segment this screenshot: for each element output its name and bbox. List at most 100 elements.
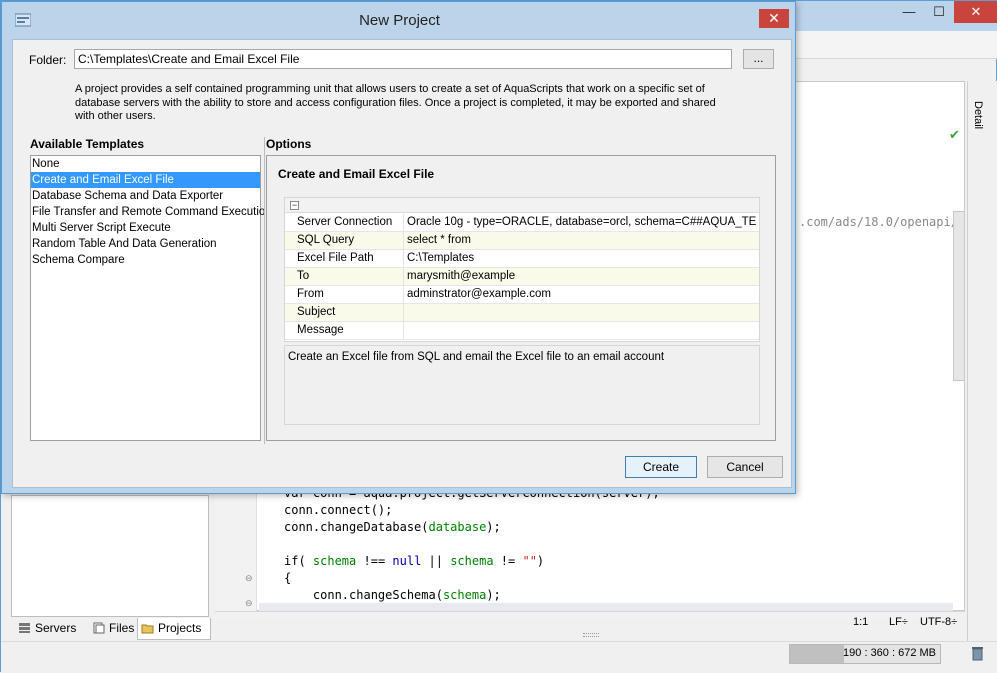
option-description: Create an Excel file from SQL and email … xyxy=(284,345,760,425)
cursor-position: 1:1 xyxy=(853,616,869,628)
template-item[interactable]: Random Table And Data Generation xyxy=(31,236,260,252)
code-line: conn.connect(); xyxy=(284,502,660,519)
code-url-fragment: .com/ads/18.0/openapi/ xyxy=(799,215,958,229)
line-ending-select[interactable]: LF÷ xyxy=(889,616,908,628)
property-name: Message xyxy=(297,324,344,336)
property-name: To xyxy=(297,270,310,282)
code-line: { xyxy=(284,570,660,587)
property-separator xyxy=(403,250,404,268)
dialog-close-button[interactable]: ✕ xyxy=(759,9,789,28)
property-value[interactable]: marysmith@example xyxy=(407,270,757,282)
memory-text: 190 : 360 : 672 MB xyxy=(843,647,936,659)
property-name: Server Connection xyxy=(297,216,393,228)
dialog-body: Folder: C:\Templates\Create and Email Ex… xyxy=(12,39,792,488)
code-token: null xyxy=(392,554,422,568)
available-templates-heading: Available Templates xyxy=(30,137,145,151)
property-row[interactable]: Message xyxy=(285,322,759,340)
browse-folder-button[interactable]: ... xyxy=(743,49,774,69)
servers-icon xyxy=(19,623,30,633)
tab-files-label: Files xyxy=(109,621,135,635)
memory-fill xyxy=(790,645,844,663)
checkmark-icon: ✔ xyxy=(949,127,960,142)
editor-vertical-scrollbar[interactable] xyxy=(953,211,965,381)
current-line-highlight xyxy=(259,603,953,611)
ide-close-button[interactable]: ✕ xyxy=(954,1,997,23)
property-row[interactable]: To marysmith@example xyxy=(285,268,759,286)
folder-label: Folder: xyxy=(29,53,67,67)
create-button[interactable]: Create xyxy=(625,456,697,478)
property-sheet: − Server Connection Oracle 10g - type=ORA… xyxy=(284,197,760,342)
property-name: From xyxy=(297,288,324,300)
template-item[interactable]: Schema Compare xyxy=(31,252,260,268)
options-template-title: Create and Email Excel File xyxy=(278,167,435,181)
template-item[interactable]: File Transfer and Remote Command Executi… xyxy=(31,204,272,220)
garbage-collect-icon[interactable] xyxy=(971,646,984,661)
dialog-title: New Project xyxy=(359,12,440,29)
new-project-dialog: New Project ✕ Folder: C:\Templates\Creat… xyxy=(1,1,796,494)
fold-marker-icon[interactable]: ⊖ xyxy=(245,573,253,584)
folder-input[interactable]: C:\Templates\Create and Email Excel File xyxy=(74,49,732,69)
property-separator xyxy=(403,268,404,286)
code-token: database xyxy=(428,520,487,534)
code-token: conn.connect(); xyxy=(284,503,393,517)
property-row[interactable]: Excel File Path C:\Templates xyxy=(285,250,759,268)
property-separator xyxy=(403,232,404,250)
property-name: SQL Query xyxy=(297,234,355,246)
property-name: Subject xyxy=(297,306,336,318)
code-token: !== xyxy=(356,554,393,568)
files-icon xyxy=(93,622,105,634)
property-value[interactable]: select * from xyxy=(407,234,757,246)
template-item[interactable]: None xyxy=(31,156,260,172)
tab-files[interactable]: Files xyxy=(89,618,141,640)
property-separator xyxy=(403,322,404,340)
code-line: conn.changeSchema(schema); xyxy=(284,587,660,604)
encoding-select[interactable]: UTF-8÷ xyxy=(920,616,957,628)
fold-marker-icon[interactable]: ⊖ xyxy=(245,598,253,609)
panel-divider[interactable] xyxy=(264,137,265,444)
property-separator xyxy=(403,286,404,304)
templates-list[interactable]: None Create and Email Excel File Database … xyxy=(30,155,272,441)
template-item[interactable]: Database Schema and Data Exporter xyxy=(31,188,260,204)
code-text[interactable]: var conn = aqua.project.getServerConnect… xyxy=(284,485,660,604)
tab-servers[interactable]: Servers xyxy=(15,618,87,640)
property-row[interactable]: SQL Query select * from xyxy=(285,232,759,250)
code-line: conn.changeDatabase(database); xyxy=(284,519,660,536)
project-description: A project provides a self contained prog… xyxy=(75,83,716,122)
code-token: ) xyxy=(536,554,545,568)
code-line: if( schema !== null || schema != "") xyxy=(284,553,660,570)
code-token: { xyxy=(284,571,292,585)
property-row[interactable]: From adminstrator@example.com xyxy=(285,286,759,304)
property-value[interactable]: C:\Templates xyxy=(407,252,757,264)
splitter-grip[interactable] xyxy=(583,633,599,637)
cancel-button[interactable]: Cancel xyxy=(707,456,783,478)
property-row[interactable]: Server Connection Oracle 10g - type=ORACL… xyxy=(285,214,759,232)
code-token: || xyxy=(421,554,451,568)
code-token: if( xyxy=(284,554,313,568)
property-separator xyxy=(403,304,404,322)
property-name: Excel File Path xyxy=(297,252,374,264)
memory-indicator[interactable]: 190 : 360 : 672 MB xyxy=(789,644,941,664)
detail-side-panel xyxy=(967,81,997,641)
code-token: schema xyxy=(312,554,357,568)
code-token: conn.changeSchema( xyxy=(284,588,443,602)
maximize-button[interactable]: ☐ xyxy=(924,1,954,23)
project-tree-panel[interactable] xyxy=(11,495,209,617)
tab-servers-label: Servers xyxy=(35,621,77,635)
property-sheet-header: − xyxy=(285,198,759,213)
code-token: ); xyxy=(486,520,501,534)
editor-status-bar: 1:1 LF÷ UTF-8÷ xyxy=(215,613,965,633)
template-item[interactable]: Multi Server Script Execute xyxy=(31,220,260,236)
tab-projects[interactable]: Projects xyxy=(137,618,211,640)
collapse-icon[interactable]: − xyxy=(290,201,299,210)
folder-icon xyxy=(141,624,154,634)
property-value[interactable]: Oracle 10g - type=ORACLE, database=orcl,… xyxy=(407,216,757,228)
minimize-button[interactable]: — xyxy=(894,1,924,23)
property-row[interactable]: Subject xyxy=(285,304,759,322)
property-value[interactable]: adminstrator@example.com xyxy=(407,288,757,300)
code-token: schema xyxy=(450,554,494,568)
template-item[interactable]: Create and Email Excel File xyxy=(31,172,260,188)
code-token: ); xyxy=(486,588,501,602)
code-token: schema xyxy=(442,588,487,602)
detail-tab[interactable]: Detail xyxy=(970,101,984,141)
